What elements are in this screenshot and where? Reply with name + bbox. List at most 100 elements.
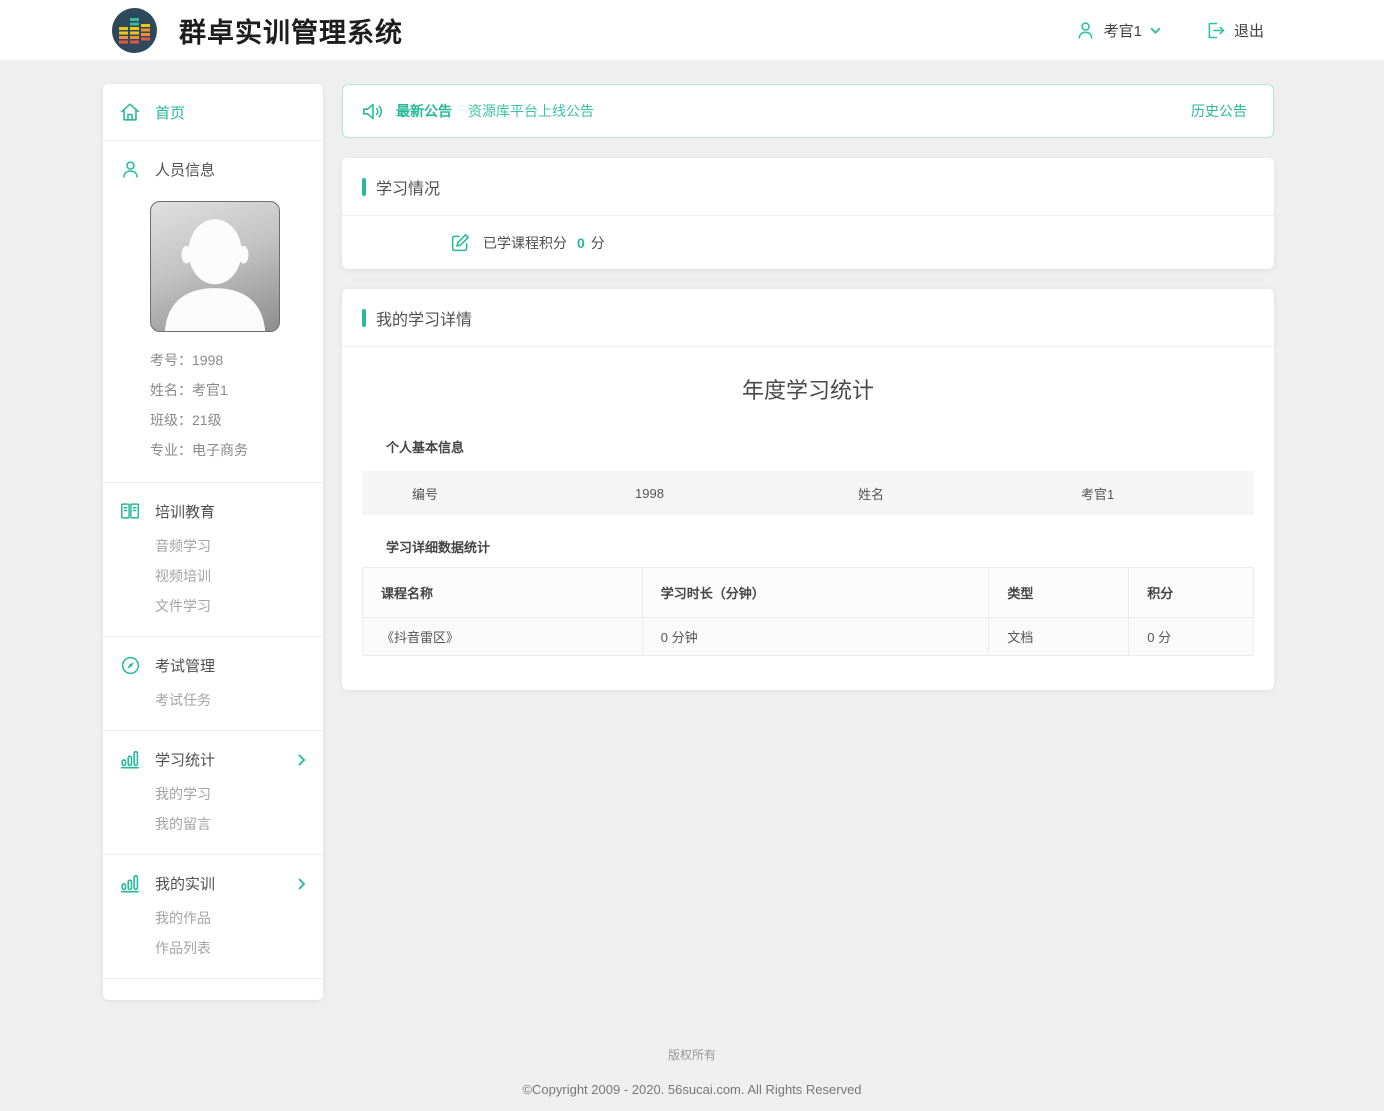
sidebar-section-exam: 考试管理 考试任务 xyxy=(103,637,323,731)
home-icon xyxy=(118,101,142,123)
sidebar-subitem-my-works[interactable]: 我的作品 xyxy=(155,903,308,933)
credit-unit: 分 xyxy=(591,233,605,253)
chevron-right-icon xyxy=(298,878,306,890)
user-menu[interactable]: 考官1 xyxy=(1075,20,1161,41)
accent-bar xyxy=(362,178,366,196)
speaker-icon xyxy=(361,100,385,123)
page-body: 首页 人员信息 xyxy=(103,60,1274,1000)
sidebar-item-label: 我的实训 xyxy=(155,873,215,894)
main-content: 最新公告 资源库平台上线公告 历史公告 学习情况 已学课程积分 0 分 xyxy=(342,84,1274,690)
profile-fields: 考号：1998 姓名：考官1 班级：21级 专业：电子商务 xyxy=(150,345,308,465)
copyright-line2: ©Copyright 2009 - 2020. 56sucai.com. All… xyxy=(0,1082,1384,1097)
sidebar-section-home: 首页 xyxy=(103,84,323,141)
basic-info-name-label: 姓名 xyxy=(808,484,1031,503)
study-detail-header: 我的学习详情 xyxy=(342,289,1274,347)
announcement-link[interactable]: 资源库平台上线公告 xyxy=(468,101,594,121)
basic-info-name-value: 考官1 xyxy=(1031,484,1254,503)
sidebar-item-exam[interactable]: 考试管理 xyxy=(118,650,308,680)
sidebar-item-study-stats[interactable]: 学习统计 xyxy=(118,744,308,774)
user-icon xyxy=(1075,20,1096,41)
column-header-type: 类型 xyxy=(989,568,1129,618)
avatar xyxy=(150,201,280,332)
basic-info-label: 个人基本信息 xyxy=(386,437,1254,456)
study-detail-title: 我的学习详情 xyxy=(376,306,472,330)
latest-announcement-label: 最新公告 xyxy=(396,101,452,121)
announcement-bar: 最新公告 资源库平台上线公告 历史公告 xyxy=(342,84,1274,138)
column-header-score: 积分 xyxy=(1129,568,1254,618)
sidebar-subitem-my-messages[interactable]: 我的留言 xyxy=(155,809,308,839)
study-status-title: 学习情况 xyxy=(376,175,440,199)
submenu-study-stats: 我的学习 我的留言 xyxy=(155,779,308,839)
app-title: 群卓实训管理系统 xyxy=(179,11,403,50)
sidebar-item-label: 考试管理 xyxy=(155,655,215,676)
sidebar-item-my-practice[interactable]: 我的实训 xyxy=(118,868,308,898)
sidebar-item-training[interactable]: 培训教育 xyxy=(118,496,308,526)
submenu-training: 音频学习 视频培训 文件学习 xyxy=(155,531,308,621)
cell-duration: 0 分钟 xyxy=(642,618,989,656)
sidebar-section-training: 培训教育 音频学习 视频培训 文件学习 xyxy=(103,483,323,637)
profile-field-major: 专业：电子商务 xyxy=(150,435,308,465)
brand: 群卓实训管理系统 xyxy=(112,8,403,53)
accent-bar xyxy=(362,309,366,327)
bar-chart-icon xyxy=(118,872,142,894)
app-logo-equalizer-icon xyxy=(112,8,157,53)
sidebar-subitem-file-study[interactable]: 文件学习 xyxy=(155,591,308,621)
compass-icon xyxy=(118,655,142,676)
sidebar-section-personnel: 人员信息 考号：1998 姓名：考官1 班级：21级 专业：电子商务 xyxy=(103,141,323,483)
basic-info-row: 编号 1998 姓名 考官1 xyxy=(362,471,1254,515)
sidebar-subitem-my-study[interactable]: 我的学习 xyxy=(155,779,308,809)
sidebar-subitem-video-training[interactable]: 视频培训 xyxy=(155,561,308,591)
submenu-exam: 考试任务 xyxy=(155,685,308,715)
profile-field-class: 班级：21级 xyxy=(150,405,308,435)
header-actions: 考官1 退出 xyxy=(1075,20,1264,41)
profile-field-name: 姓名：考官1 xyxy=(150,375,308,405)
study-detail-body: 年度学习统计 个人基本信息 编号 1998 姓名 考官1 学习详细数据统计 课程… xyxy=(342,347,1274,690)
study-status-card: 学习情况 已学课程积分 0 分 xyxy=(342,158,1274,269)
sidebar-item-personnel[interactable]: 人员信息 xyxy=(118,154,308,184)
cell-course-name: 《抖音雷区》 xyxy=(363,618,643,656)
submenu-my-practice: 我的作品 作品列表 xyxy=(155,903,308,963)
bar-chart-icon xyxy=(118,748,142,770)
stats-label: 学习详细数据统计 xyxy=(386,537,1254,556)
study-status-body: 已学课程积分 0 分 xyxy=(342,216,1274,269)
basic-info-id-value: 1998 xyxy=(585,486,808,501)
edit-icon xyxy=(450,232,471,253)
table-row: 《抖音雷区》 0 分钟 文档 0 分 xyxy=(363,618,1254,656)
sidebar: 首页 人员信息 xyxy=(103,84,323,1000)
logout-button[interactable]: 退出 xyxy=(1205,20,1264,41)
study-detail-card: 我的学习详情 年度学习统计 个人基本信息 编号 1998 姓名 考官1 学习详细… xyxy=(342,289,1274,690)
logout-icon xyxy=(1205,20,1226,41)
logout-label: 退出 xyxy=(1234,20,1264,41)
copyright-line1: 版权所有 xyxy=(0,1046,1384,1063)
column-header-duration: 学习时长（分钟） xyxy=(642,568,989,618)
cell-type: 文档 xyxy=(989,618,1129,656)
person-icon xyxy=(118,159,142,180)
cell-score: 0 分 xyxy=(1129,618,1254,656)
stats-table-header-row: 课程名称 学习时长（分钟） 类型 积分 xyxy=(363,568,1254,618)
column-header-course: 课程名称 xyxy=(363,568,643,618)
credit-label: 已学课程积分 xyxy=(483,233,567,253)
basic-info-id-label: 编号 xyxy=(362,484,585,503)
credit-value: 0 xyxy=(577,235,585,251)
user-name: 考官1 xyxy=(1104,20,1142,41)
sidebar-subitem-exam-task[interactable]: 考试任务 xyxy=(155,685,308,715)
chevron-right-icon xyxy=(298,754,306,766)
chevron-down-icon xyxy=(1150,27,1161,34)
sidebar-section-my-practice: 我的实训 我的作品 作品列表 xyxy=(103,855,323,979)
sidebar-item-home[interactable]: 首页 xyxy=(118,97,308,127)
annual-report-title: 年度学习统计 xyxy=(362,347,1254,415)
sidebar-item-label: 首页 xyxy=(155,102,185,123)
page-footer: 版权所有 ©Copyright 2009 - 2020. 56sucai.com… xyxy=(0,1000,1384,1111)
sidebar-item-label: 人员信息 xyxy=(155,159,215,180)
history-announcements-link[interactable]: 历史公告 xyxy=(1191,101,1247,121)
book-icon xyxy=(118,500,142,522)
profile-field-exam-no: 考号：1998 xyxy=(150,345,308,375)
sidebar-subitem-works-list[interactable]: 作品列表 xyxy=(155,933,308,963)
stats-table: 课程名称 学习时长（分钟） 类型 积分 《抖音雷区》 0 分钟 文档 0 分 xyxy=(362,567,1254,656)
app-header: 群卓实训管理系统 考官1 xyxy=(0,0,1384,60)
sidebar-subitem-audio-study[interactable]: 音频学习 xyxy=(155,531,308,561)
sidebar-section-empty xyxy=(103,979,323,1000)
study-status-header: 学习情况 xyxy=(342,158,1274,216)
sidebar-item-label: 培训教育 xyxy=(155,501,215,522)
sidebar-section-study-stats: 学习统计 我的学习 我的留言 xyxy=(103,731,323,855)
